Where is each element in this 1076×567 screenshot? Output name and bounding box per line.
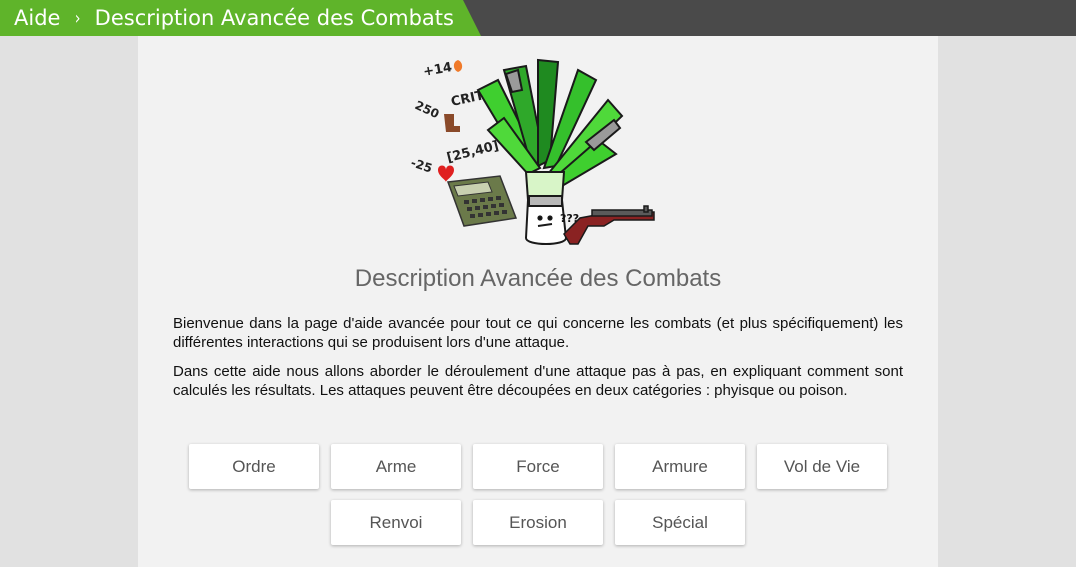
leek-stem	[524, 171, 568, 245]
leek-combat-illustration: +14 CRIT 250 [25,40] -25 ???	[409, 58, 655, 245]
topic-button-row-2: Renvoi Erosion Spécial	[138, 500, 938, 545]
intro-paragraph-2: Dans cette aide nous allons aborder le d…	[173, 363, 903, 399]
breadcrumb-current: Description Avancée des Combats	[94, 6, 454, 30]
strength-label: 250	[413, 98, 442, 121]
chevron-right-icon: ›	[75, 7, 81, 29]
intro-text: Bienvenue dans la page d'aide avancée po…	[173, 314, 903, 410]
muscle-icon	[444, 114, 460, 132]
vol-de-vie-button[interactable]: Vol de Vie	[757, 444, 887, 489]
damage-range-label: [25,40]	[445, 139, 500, 166]
page-title: Description Avancée des Combats	[354, 265, 722, 292]
leek-leaves	[476, 58, 624, 188]
calculator-icon	[446, 175, 518, 227]
breadcrumb-root-link[interactable]: Aide	[14, 6, 60, 30]
crit-bonus-label: +14	[422, 60, 453, 80]
special-button[interactable]: Spécial	[615, 500, 745, 545]
armure-button[interactable]: Armure	[615, 444, 745, 489]
topic-button-grid: Ordre Arme Force Armure Vol de Vie Renvo…	[138, 444, 938, 556]
intro-paragraph-1: Bienvenue dans la page d'aide avancée po…	[173, 315, 903, 351]
renvoi-button[interactable]: Renvoi	[331, 500, 461, 545]
erosion-button[interactable]: Erosion	[473, 500, 603, 545]
life-label: -25	[409, 156, 434, 176]
ordre-button[interactable]: Ordre	[189, 444, 319, 489]
flame-icon	[453, 60, 463, 72]
heart-icon	[438, 165, 454, 182]
main-panel: +14 CRIT 250 [25,40] -25 ??? Description…	[138, 36, 938, 567]
arme-button[interactable]: Arme	[331, 444, 461, 489]
breadcrumb: Aide › Description Avancée des Combats	[0, 0, 481, 36]
force-button[interactable]: Force	[473, 444, 603, 489]
topic-button-row-1: Ordre Arme Force Armure Vol de Vie	[138, 444, 938, 489]
